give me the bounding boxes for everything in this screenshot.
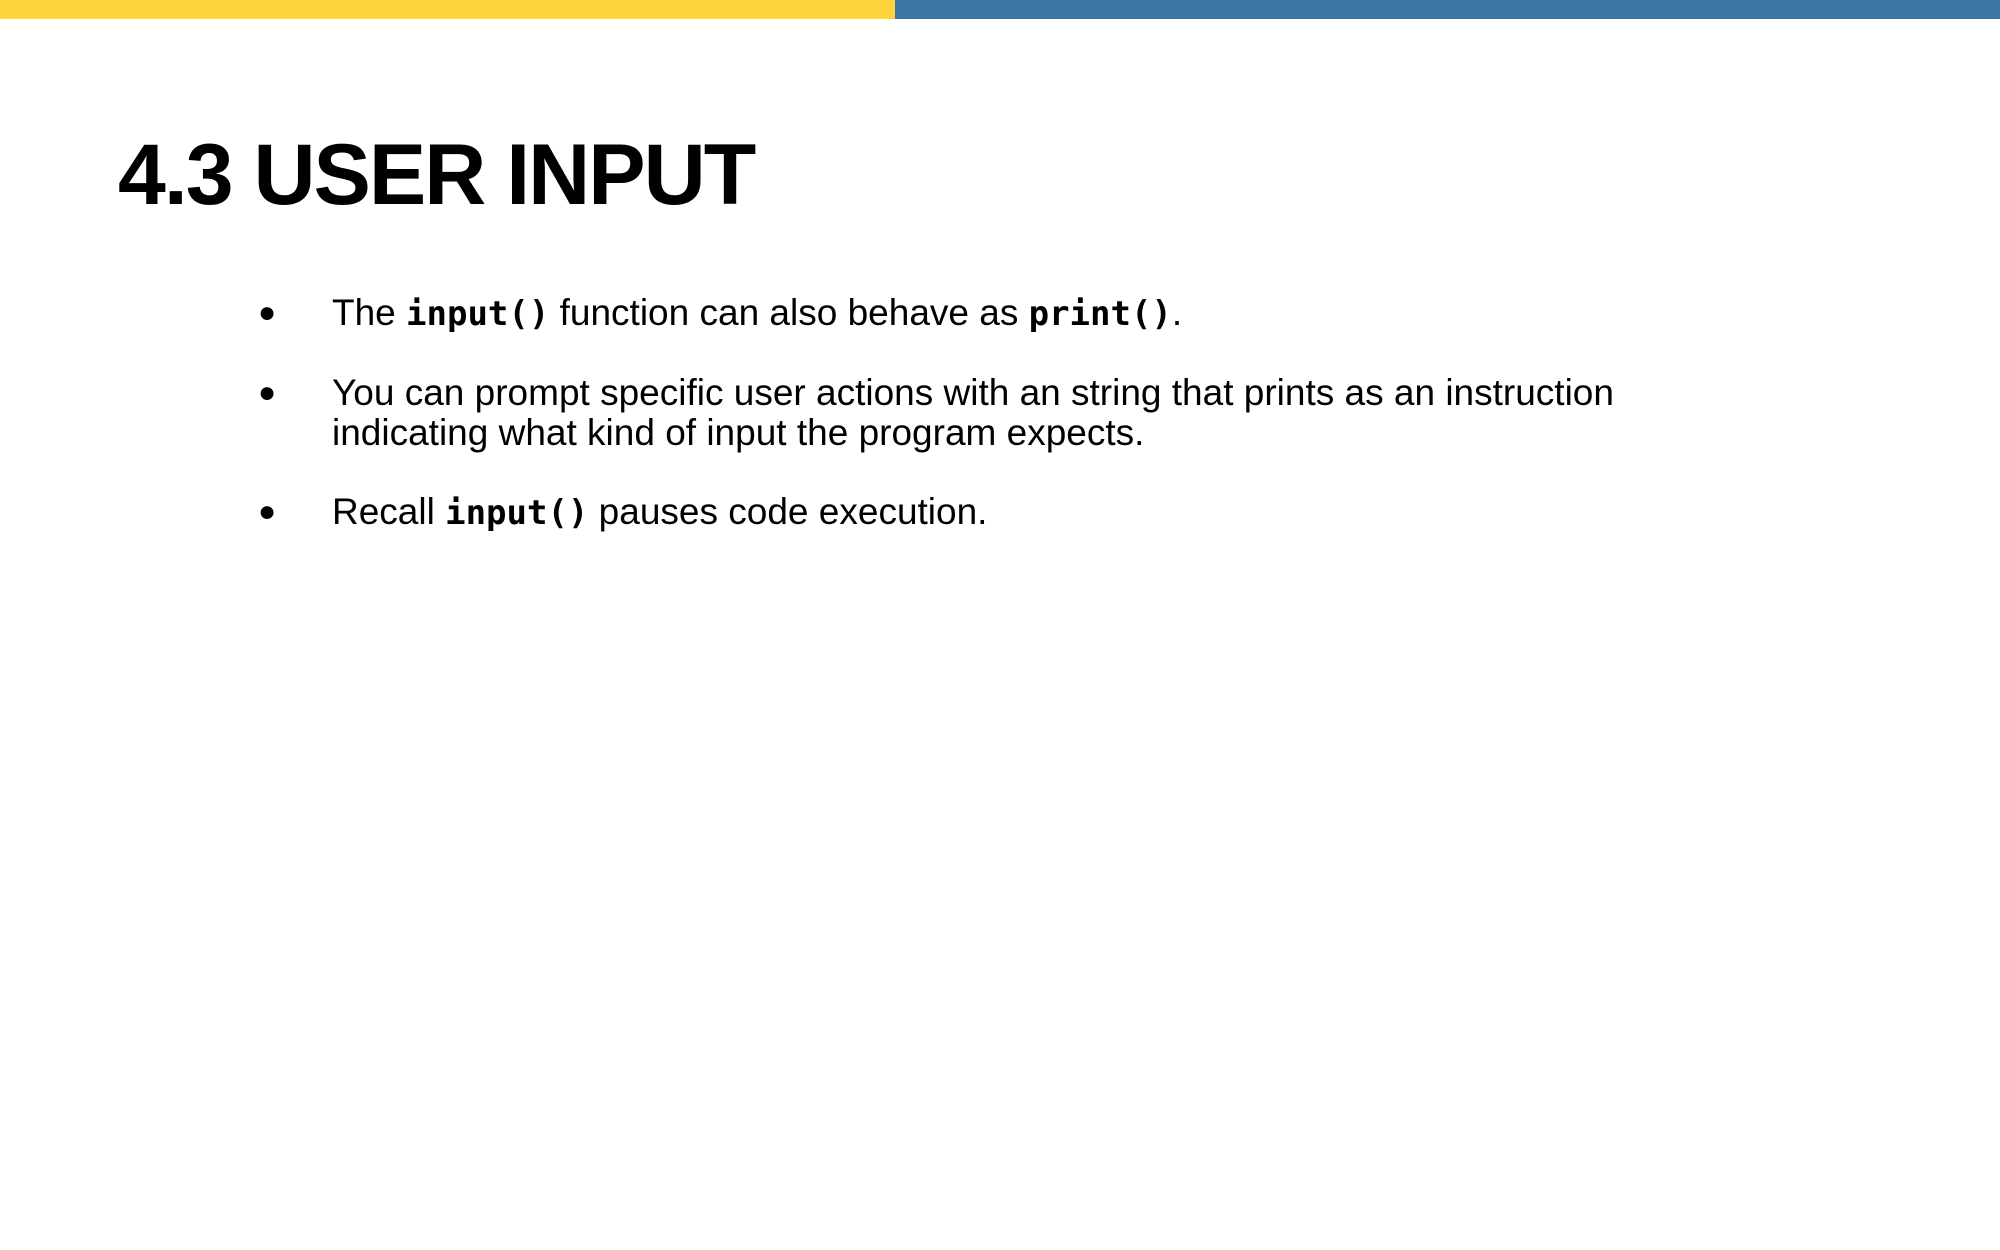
bullet-list: ● The input() function can also behave a… [258,293,1678,572]
bullet-item-prompt-instruction: ● You can prompt specific user actions w… [258,373,1678,453]
bullet-icon: ● [258,495,277,528]
bullet-text: You can prompt specific user actions wit… [332,372,1614,453]
blue-accent-bar [895,0,2000,19]
code-print-function: print() [1028,294,1172,334]
bullet-item-input-pauses: ● Recall input() pauses code execution. [258,491,1678,534]
bullet-icon: ● [258,296,277,329]
bullet-text: pauses code execution. [588,491,988,532]
bullet-item-input-print: ● The input() function can also behave a… [258,292,1678,335]
top-accent-bar [0,0,2000,19]
bullet-icon: ● [258,376,277,409]
code-input-function: input() [406,294,550,334]
yellow-accent-bar [0,0,895,19]
slide-title: 4.3 USER INPUT [118,127,756,223]
bullet-text: function can also behave as [549,292,1029,333]
bullet-text: The [332,292,407,333]
bullet-text: Recall [332,491,446,532]
bullet-text: . [1171,292,1183,333]
code-input-function: input() [445,493,589,533]
